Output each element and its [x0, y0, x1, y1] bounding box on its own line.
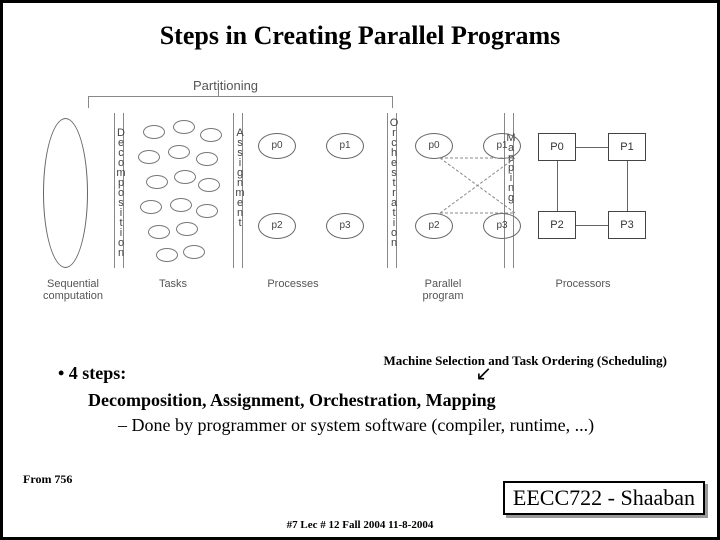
stage-label-orchestration: Orchestration: [389, 118, 399, 248]
partition-brace-mid: [218, 90, 219, 96]
process-p2: p2: [258, 213, 296, 239]
process-p0: p0: [258, 133, 296, 159]
label-processes: Processes: [253, 278, 333, 290]
label-sequential: Sequential computation: [33, 278, 113, 302]
sequential-oval: [43, 118, 88, 268]
partition-brace: [88, 96, 393, 108]
processors-grid: P0 P1 P2 P3: [538, 133, 653, 243]
processor-P0: P0: [538, 133, 576, 161]
slide-title: Steps in Creating Parallel Programs: [3, 21, 717, 51]
partitioning-label: Partitioning: [193, 78, 258, 93]
course-badge: EECC722 - Shaaban: [503, 481, 705, 515]
label-processors: Processors: [543, 278, 623, 290]
steps-diagram: Partitioning Decomposition Assignment Or…: [63, 78, 663, 328]
stage-label-assignment: Assignment: [235, 128, 245, 228]
parprog-p1: p1: [483, 133, 521, 159]
bullet-line-done-by: – Done by programmer or system software …: [118, 415, 677, 436]
processor-P3: P3: [608, 211, 646, 239]
parprog-p0: p0: [415, 133, 453, 159]
parprog-p2: p2: [415, 213, 453, 239]
bullet-heading: • 4 steps:: [58, 363, 677, 384]
label-parallel-program: Parallel program: [408, 278, 478, 302]
bullet-line-steps: Decomposition, Assignment, Orchestration…: [88, 390, 677, 411]
label-tasks: Tasks: [148, 278, 198, 290]
slide-footer: #7 Lec # 12 Fall 2004 11-8-2004: [3, 519, 717, 531]
from-source: From 756: [23, 472, 72, 487]
parallel-program-grid: p0 p1 p2 p3: [415, 133, 535, 253]
processes-grid: p0 p1 p2 p3: [258, 133, 378, 253]
parprog-p3: p3: [483, 213, 521, 239]
bullet-list: • 4 steps: Decomposition, Assignment, Or…: [58, 363, 677, 436]
stage-label-decomposition: Decomposition: [116, 128, 126, 258]
process-p1: p1: [326, 133, 364, 159]
tasks-cloud: [138, 120, 223, 270]
process-p3: p3: [326, 213, 364, 239]
processor-P2: P2: [538, 211, 576, 239]
processor-P1: P1: [608, 133, 646, 161]
